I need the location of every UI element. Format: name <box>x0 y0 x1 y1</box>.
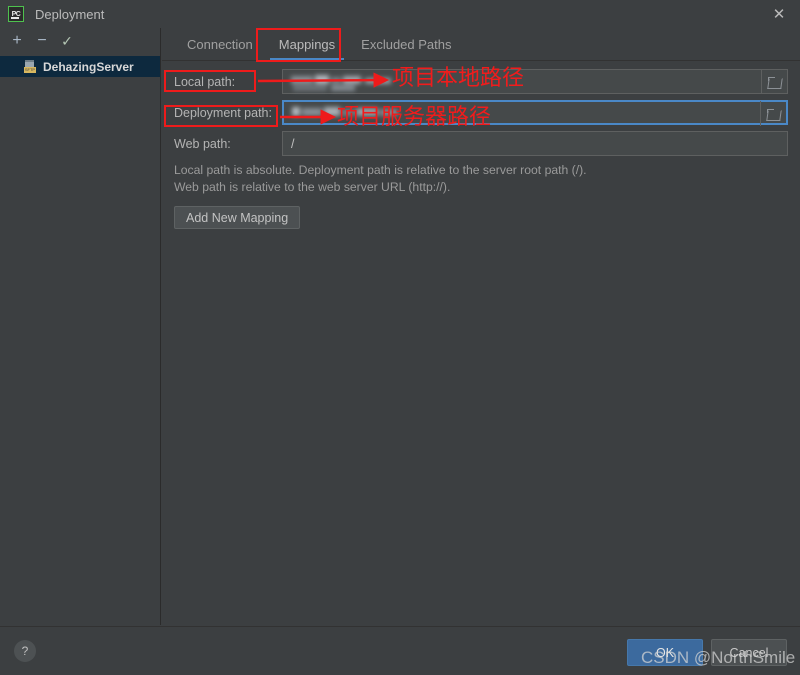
remove-server-button[interactable]: − <box>31 30 53 52</box>
list-item[interactable]: SFTP DehazingServer <box>0 56 160 77</box>
folder-icon <box>768 76 781 87</box>
add-new-mapping-button[interactable]: Add New Mapping <box>174 206 301 229</box>
title-bar: PC Deployment ✕ <box>0 0 800 28</box>
pycharm-icon: PC <box>8 6 24 22</box>
tab-excluded-paths[interactable]: Excluded Paths <box>348 28 464 61</box>
server-list: SFTP DehazingServer <box>0 56 160 77</box>
server-sidebar: + − ✓ SFTP DehazingServer <box>0 28 161 625</box>
tab-connection[interactable]: Connection <box>174 28 266 61</box>
local-path-label: Local path: <box>174 74 236 89</box>
local-path-input[interactable] <box>282 69 788 94</box>
deployment-path-row: Deployment path: <box>174 100 788 126</box>
help-button[interactable]: ? <box>14 640 36 662</box>
mappings-help-text: Local path is absolute. Deployment path … <box>162 162 800 196</box>
close-icon[interactable]: ✕ <box>768 4 790 24</box>
local-path-row: Local path: <box>174 69 788 94</box>
sidebar-toolbar: + − ✓ <box>0 28 160 54</box>
sftp-badge: SFTP <box>24 67 36 73</box>
add-mapping-wrapper: Add New Mapping <box>162 206 800 229</box>
cancel-button[interactable]: Cancel <box>711 639 787 666</box>
local-path-browse-button[interactable] <box>761 69 787 94</box>
tab-mappings[interactable]: Mappings <box>266 28 348 61</box>
local-path-redaction <box>291 73 411 92</box>
deployment-path-label: Deployment path: <box>174 105 272 120</box>
web-path-row: Web path: / <box>174 131 788 156</box>
web-path-label: Web path: <box>174 136 231 151</box>
window-title: Deployment <box>35 6 105 22</box>
help-line-1: Local path is absolute. Deployment path … <box>174 163 587 177</box>
web-path-input[interactable]: / <box>282 131 788 156</box>
add-server-button[interactable]: + <box>6 30 28 52</box>
settings-panel: Connection Mappings Excluded Paths Local… <box>162 28 800 625</box>
deployment-path-redaction <box>292 105 422 122</box>
tab-bar: Connection Mappings Excluded Paths <box>162 28 800 61</box>
deployment-dialog: PC Deployment ✕ + − ✓ SFTP DehazingServe… <box>0 0 800 675</box>
sftp-server-icon: SFTP <box>24 60 37 73</box>
server-name-label: DehazingServer <box>43 59 134 74</box>
deployment-path-browse-button[interactable] <box>760 101 786 126</box>
deployment-path-input[interactable] <box>282 100 788 126</box>
help-line-2: Web path is relative to the web server U… <box>174 180 451 194</box>
ok-button[interactable]: OK <box>627 639 703 666</box>
set-default-server-button[interactable]: ✓ <box>56 30 78 52</box>
web-path-value: / <box>291 136 295 151</box>
folder-icon <box>767 108 780 119</box>
mappings-form: Local path: Deployment path: Web path: / <box>162 61 800 156</box>
